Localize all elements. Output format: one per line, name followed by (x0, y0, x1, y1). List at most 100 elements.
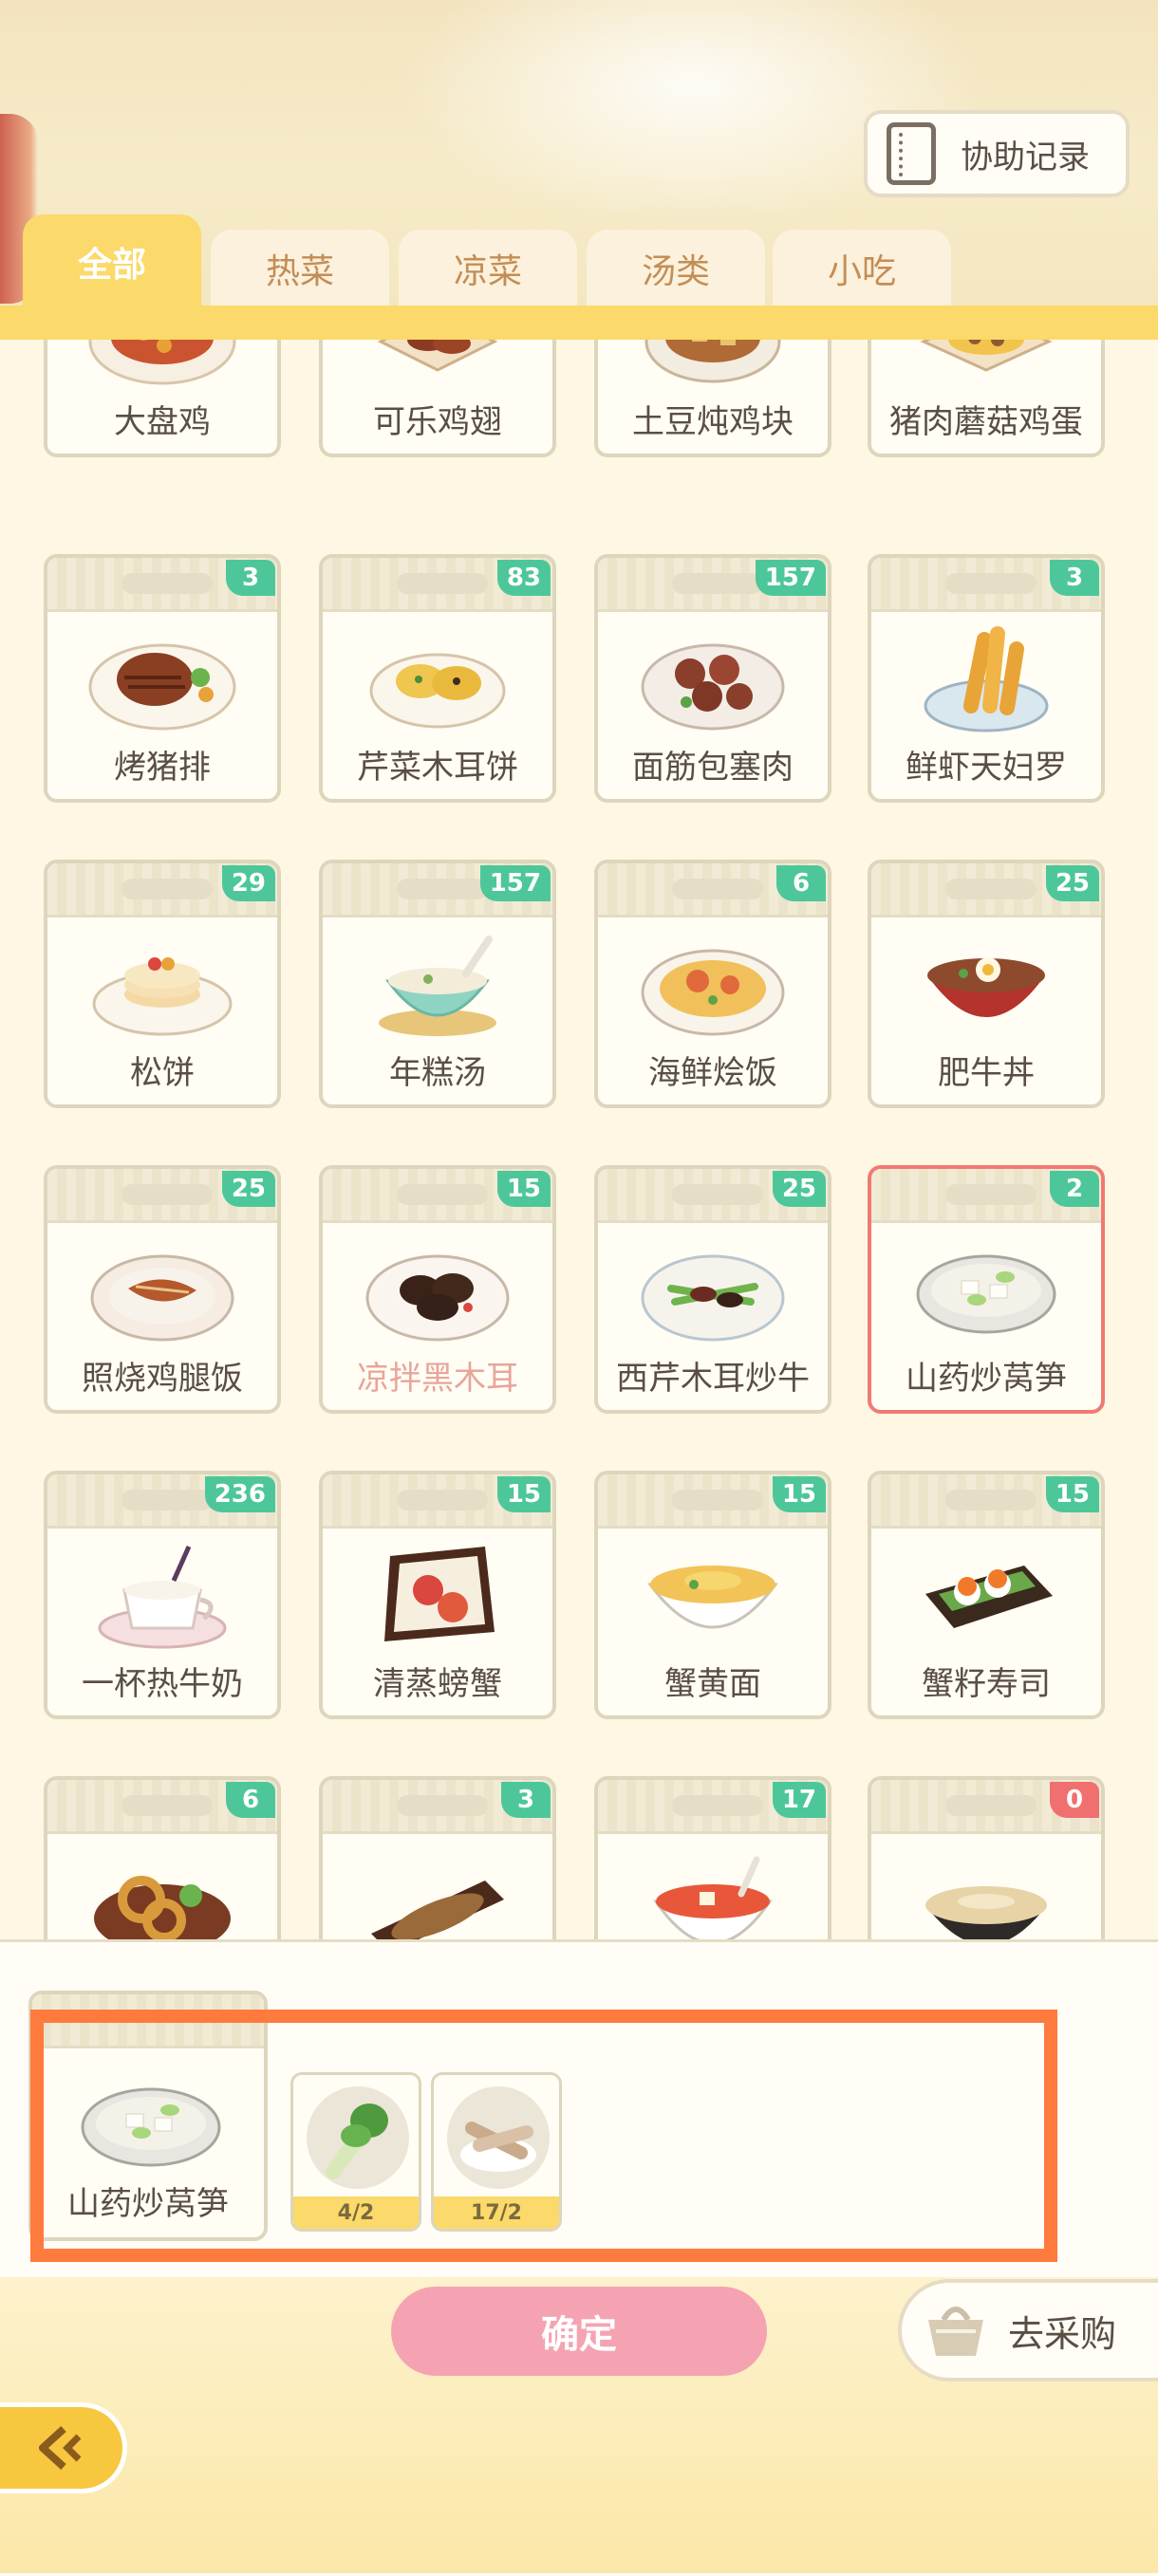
dish-card[interactable]: 17 (594, 1776, 831, 1943)
dish-card[interactable]: 236 一杯热牛奶 (44, 1471, 281, 1719)
dish-card[interactable]: 可乐鸡翅 (319, 340, 556, 457)
stuffed-gluten-icon (641, 643, 785, 731)
assist-record-label: 协助记录 (961, 138, 1090, 176)
stock-count-badge: 157 (479, 865, 551, 901)
tab-label: 全部 (77, 246, 146, 285)
dish-name: 松饼 (130, 1054, 195, 1092)
dish-name: 年糕汤 (389, 1054, 486, 1092)
dish-card[interactable]: 3 (319, 1776, 556, 1943)
back-arrow-icon (38, 2426, 81, 2470)
dish-card[interactable]: 15 清蒸螃蟹 (319, 1471, 556, 1719)
ingredient-quantity: 4/2 (293, 2196, 419, 2229)
dish-name: 面筋包塞肉 (632, 749, 794, 787)
dish-grid[interactable]: 大盘鸡 可乐鸡翅 土豆炖鸡块 猪肉蘑菇鸡蛋 3 烤猪排 83 芹菜木耳饼 157… (0, 340, 1158, 1943)
go-shopping-label: 去采购 (1008, 2312, 1117, 2355)
cola-wings-icon (377, 340, 498, 372)
dish-card[interactable]: 83 芹菜木耳饼 (319, 554, 556, 803)
potato-chicken-stew-icon (644, 340, 781, 383)
stock-count-badge: 157 (755, 560, 826, 596)
tofu-soup-icon (653, 1856, 773, 1943)
ingredient-slot[interactable]: 17/2 (431, 2072, 562, 2232)
noodle-bowl-icon (925, 1886, 1047, 1943)
dish-card[interactable]: 15 蟹籽寿司 (868, 1471, 1105, 1719)
celery-fungus-pancake-icon (369, 653, 506, 729)
shrimp-tempura-icon (924, 626, 1049, 732)
yam-lettuce-stirfry-icon (916, 1254, 1056, 1334)
dish-card[interactable]: 25 肥牛丼 (868, 860, 1105, 1108)
ingredient-slot[interactable]: 4/2 (290, 2072, 421, 2232)
dish-name: 烤猪排 (114, 749, 211, 787)
stock-count-badge: 6 (226, 1782, 275, 1818)
dish-name: 山药炒莴笋 (906, 1360, 1067, 1398)
dish-card[interactable]: 157 面筋包塞肉 (594, 554, 831, 803)
seafood-risotto-icon (641, 949, 785, 1036)
dish-card-selected[interactable]: 2 山药炒莴笋 (868, 1165, 1105, 1414)
teriyaki-chicken-rice-icon (90, 1254, 234, 1342)
dish-card[interactable]: 3 烤猪排 (44, 554, 281, 803)
dish-card[interactable]: 土豆炖鸡块 (594, 340, 831, 457)
stock-count-badge: 29 (221, 865, 275, 901)
lettuce-stem-icon (326, 2103, 388, 2179)
dish-name: 清蒸螃蟹 (373, 1665, 502, 1703)
stock-count-badge: 25 (221, 1171, 275, 1207)
steamed-crab-icon (384, 1547, 495, 1641)
notebook-icon (887, 122, 936, 185)
stock-count-badge: 83 (496, 560, 551, 596)
dish-card[interactable]: 29 松饼 (44, 860, 281, 1108)
dish-name: 肥牛丼 (938, 1054, 1035, 1092)
tab-strip (0, 306, 1158, 343)
dish-card[interactable]: 157 年糕汤 (319, 860, 556, 1108)
dish-card[interactable]: 25 照烧鸡腿饭 (44, 1165, 281, 1414)
confirm-button[interactable]: 确定 (391, 2287, 767, 2376)
stock-count-badge: 236 (204, 1476, 275, 1512)
rice-cake-soup-icon (379, 936, 496, 1036)
tab-soups[interactable]: 汤类 (587, 230, 765, 307)
stock-count-badge: 15 (772, 1476, 826, 1512)
selected-dish-card: 山药炒莴笋 (28, 1991, 268, 2241)
tab-label: 凉菜 (453, 252, 522, 291)
dish-card[interactable]: 15 凉拌黑木耳 (319, 1165, 556, 1414)
stock-count-badge: 2 (1050, 1171, 1099, 1207)
dish-name: 猪肉蘑菇鸡蛋 (889, 403, 1083, 441)
stock-count-badge: 25 (772, 1171, 826, 1207)
yam-lettuce-stirfry-icon (81, 2087, 221, 2167)
dish-name: 蟹黄面 (664, 1665, 761, 1703)
dish-name: 芹菜木耳饼 (357, 749, 518, 787)
back-button[interactable] (0, 2402, 127, 2493)
hot-milk-icon (98, 1545, 227, 1649)
tab-all[interactable]: 全部 (23, 214, 201, 309)
beef-bowl-icon (927, 957, 1045, 1017)
crab-roe-noodles-icon (647, 1566, 778, 1629)
stock-count-badge: 15 (496, 1476, 551, 1512)
shopping-basket-icon (928, 2307, 983, 2356)
dish-name: 土豆炖鸡块 (632, 403, 794, 441)
dish-card[interactable]: 25 西芹木耳炒牛 (594, 1165, 831, 1414)
tab-label: 小吃 (827, 252, 896, 291)
ingredient-quantity: 17/2 (434, 2196, 559, 2229)
dish-card[interactable]: 6 海鲜烩饭 (594, 860, 831, 1108)
dish-card[interactable]: 6 (44, 1776, 281, 1943)
tab-cold-dishes[interactable]: 凉菜 (399, 230, 577, 307)
assist-record-button[interactable]: 协助记录 (864, 110, 1130, 197)
crab-roe-sushi-icon (925, 1566, 1053, 1628)
stock-count-badge: 6 (776, 865, 826, 901)
black-fungus-salad-icon (365, 1254, 510, 1342)
pork-mushroom-egg-icon (920, 340, 1053, 372)
dish-card[interactable]: 15 蟹黄面 (594, 1471, 831, 1719)
grilled-pork-chop-icon (88, 643, 236, 731)
onion-ring-salad-icon (94, 1876, 231, 1943)
tab-hot-dishes[interactable]: 热菜 (211, 230, 389, 307)
dish-card[interactable]: 3 鲜虾天妇罗 (868, 554, 1105, 803)
tab-snacks[interactable]: 小吃 (773, 230, 951, 307)
celery-beef-stirfry-icon (641, 1254, 785, 1342)
dish-name: 西芹木耳炒牛 (616, 1360, 810, 1398)
dish-name: 一杯热牛奶 (82, 1665, 243, 1703)
tab-label: 汤类 (641, 252, 710, 291)
go-shopping-button[interactable]: 去采购 (898, 2279, 1158, 2381)
dish-name: 鲜虾天妇罗 (906, 749, 1067, 787)
dish-name: 蟹籽寿司 (922, 1665, 1051, 1703)
dish-card[interactable]: 猪肉蘑菇鸡蛋 (868, 340, 1105, 457)
dish-card[interactable]: 大盘鸡 (44, 340, 281, 457)
dish-card[interactable]: 0 (868, 1776, 1105, 1943)
yam-icon (460, 2122, 536, 2172)
